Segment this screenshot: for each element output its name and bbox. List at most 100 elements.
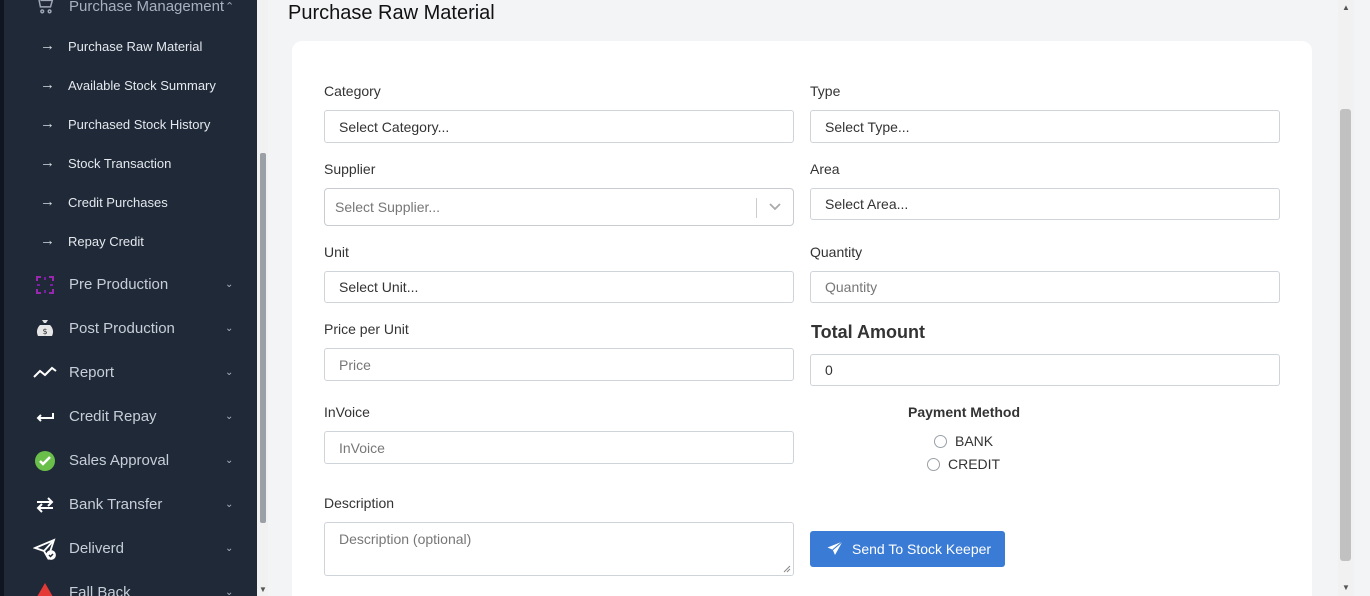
pre-production-icon [33, 273, 57, 297]
radio-label: CREDIT [948, 456, 1001, 472]
sidebar-item-label: Report [69, 364, 115, 381]
payment-method-label: Payment Method [908, 404, 1021, 420]
page-scroll-up-icon[interactable]: ▲ [1342, 3, 1350, 12]
sidebar-item-label: Deliverd [69, 540, 125, 557]
chevron-down-icon: ⌄ [225, 455, 234, 466]
sidebar-item-post-production[interactable]: $ Post Production ⌄ [0, 310, 257, 346]
quantity-label: Quantity [810, 244, 863, 260]
sidebar-item-fall-back[interactable]: Fall Back ⌄ [0, 574, 257, 596]
chevron-down-icon[interactable] [767, 198, 783, 214]
swap-arrows-icon [33, 493, 57, 517]
type-label: Type [810, 83, 841, 99]
paper-plane-check-icon [32, 537, 57, 561]
total-amount-input[interactable]: 0 [810, 354, 1280, 386]
page-scrollbar-thumb[interactable] [1340, 109, 1351, 561]
sidebar-subitem-available-stock-summary[interactable]: → Available Stock Summary [0, 71, 257, 101]
chevron-down-icon: ⌄ [225, 543, 234, 554]
send-to-stock-keeper-button[interactable]: Send To Stock Keeper [810, 531, 1006, 567]
sidebar-item-report[interactable]: Report ⌄ [0, 354, 257, 390]
radio-button[interactable] [934, 434, 947, 448]
sidebar-subitem-repay-credit[interactable]: → Repay Credit [0, 227, 257, 257]
total-amount-label: Total Amount [811, 322, 925, 342]
payment-option-bank[interactable]: BANK [934, 433, 993, 449]
sidebar-item-label: Purchase Management [69, 0, 225, 15]
supplier-select[interactable]: Select Supplier... [324, 188, 794, 226]
chevron-down-icon: ⌄ [225, 279, 234, 290]
supplier-placeholder: Select Supplier... [335, 199, 441, 215]
main-content: Purchase Raw Material Category Select Ca… [268, 0, 1338, 596]
sidebar-subitem-label: Repay Credit [68, 234, 144, 249]
sidebar-subitem-label: Purchase Raw Material [68, 39, 203, 54]
sidebar-subitem-stock-transaction[interactable]: → Stock Transaction [0, 149, 257, 179]
sidebar-subitem-purchase-raw-material[interactable]: → Purchase Raw Material [0, 32, 257, 62]
app-root: Purchase Management ⌃ → Purchase Raw Mat… [0, 0, 1370, 596]
arrow-right-icon: → [40, 154, 55, 171]
cart-icon [34, 0, 56, 16]
arrow-right-icon: → [40, 232, 55, 249]
select-separator [756, 198, 757, 218]
category-label: Category [324, 83, 381, 99]
radio-button[interactable] [927, 457, 940, 471]
unit-select[interactable]: Select Unit... [324, 271, 794, 303]
sidebar-item-bank-transfer[interactable]: Bank Transfer ⌄ [0, 486, 257, 522]
chevron-down-icon: ⌄ [225, 499, 234, 510]
sidebar-subitem-label: Purchased Stock History [68, 117, 211, 132]
sidebar-subitem-label: Credit Purchases [68, 195, 168, 210]
sidebar-item-label: Fall Back [69, 584, 131, 596]
chevron-up-icon: ⌃ [225, 1, 235, 13]
area-select[interactable]: Select Area... [810, 188, 1280, 220]
page-scroll-down-icon[interactable]: ▼ [1342, 583, 1350, 592]
sidebar-item-credit-repay[interactable]: Credit Repay ⌄ [0, 398, 257, 434]
category-select[interactable]: Select Category... [324, 110, 794, 143]
sidebar-item-label: Sales Approval [69, 452, 170, 469]
sidebar-item-label: Pre Production [69, 276, 169, 293]
supplier-label: Supplier [324, 161, 376, 177]
sidebar-item-pre-production[interactable]: Pre Production ⌄ [0, 266, 257, 302]
payment-option-credit[interactable]: CREDIT [927, 456, 1000, 472]
chevron-down-icon: ⌄ [225, 323, 234, 334]
description-placeholder: Description (optional) [339, 531, 472, 547]
description-label: Description [324, 495, 395, 511]
chevron-down-icon: ⌄ [225, 411, 234, 422]
sidebar-subitem-label: Available Stock Summary [68, 78, 216, 93]
sidebar: Purchase Management ⌃ → Purchase Raw Mat… [0, 0, 257, 596]
chevron-down-icon: ⌄ [225, 367, 234, 378]
arrow-right-icon: → [40, 37, 55, 54]
sidebar-item-label: Credit Repay [69, 408, 157, 425]
sidebar-item-label: Bank Transfer [69, 496, 163, 513]
money-bag-icon: $ [33, 317, 57, 341]
sidebar-subitem-credit-purchases[interactable]: → Credit Purchases [0, 188, 257, 218]
type-select[interactable]: Select Type... [810, 110, 1280, 143]
resize-handle-icon[interactable] [783, 565, 791, 573]
price-input[interactable]: Price [324, 348, 794, 381]
paper-plane-icon [827, 541, 843, 555]
arrow-right-icon: → [40, 193, 55, 210]
sidebar-subitem-label: Stock Transaction [68, 156, 172, 171]
radio-label: BANK [955, 433, 994, 449]
invoice-label: InVoice [324, 404, 370, 420]
svg-text:$: $ [42, 327, 47, 336]
price-label: Price per Unit [324, 321, 409, 337]
send-button-label: Send To Stock Keeper [852, 541, 992, 557]
description-textarea[interactable]: Description (optional) [324, 522, 794, 576]
unit-label: Unit [324, 244, 349, 260]
sidebar-item-label: Post Production [69, 320, 175, 337]
arrow-right-icon: → [40, 115, 55, 132]
arrow-right-icon: → [40, 76, 55, 93]
quantity-input[interactable]: Quantity [810, 271, 1280, 303]
purchase-form-card: Category Select Category... Type Select … [292, 41, 1312, 596]
chevron-down-icon: ⌄ [225, 587, 234, 596]
sidebar-item-sales-approval[interactable]: Sales Approval ⌄ [0, 442, 257, 478]
return-arrow-icon [33, 405, 57, 429]
trend-line-icon [33, 361, 57, 385]
check-badge-icon [33, 449, 57, 473]
sidebar-scroll-down-icon[interactable]: ▼ [258, 585, 268, 595]
sidebar-scrollbar-thumb[interactable] [260, 153, 266, 523]
warning-icon [33, 581, 57, 596]
sidebar-item-deliverd[interactable]: Deliverd ⌄ [0, 530, 257, 566]
invoice-input[interactable]: InVoice [324, 431, 794, 464]
page-title: Purchase Raw Material [288, 2, 495, 24]
area-label: Area [810, 161, 840, 177]
sidebar-item-purchase-management[interactable]: Purchase Management ⌃ [0, 0, 257, 20]
sidebar-subitem-purchased-stock-history[interactable]: → Purchased Stock History [0, 110, 257, 140]
